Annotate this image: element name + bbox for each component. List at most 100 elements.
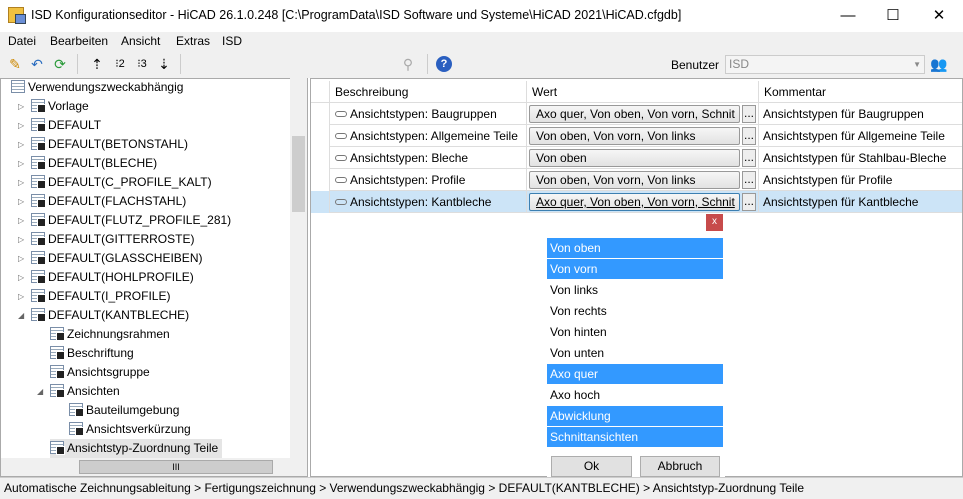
edit-pencil-icon[interactable]: ✎ [5, 54, 25, 74]
maximize-button[interactable]: ☐ [870, 0, 916, 32]
header-beschreibung[interactable]: Beschreibung [330, 81, 527, 103]
ok-button[interactable]: Ok [551, 456, 632, 477]
row-header[interactable] [311, 103, 330, 125]
value-field[interactable]: Axo quer, Von oben, Von vorn, Schnit [529, 193, 740, 211]
refresh-icon[interactable]: ⟳ [50, 54, 70, 74]
value-field[interactable]: Von oben [529, 149, 740, 167]
header-wert[interactable]: Wert [527, 81, 759, 103]
row-header[interactable] [311, 169, 330, 191]
minimize-button[interactable]: — [825, 0, 871, 32]
tree-item[interactable]: Ansichtsgruppe [50, 363, 150, 382]
menu-ansicht[interactable]: Ansicht [121, 34, 160, 48]
header-kommentar[interactable]: Kommentar [759, 81, 962, 103]
ellipsis-button[interactable]: ... [742, 149, 756, 167]
tree-item[interactable]: ▷ DEFAULT(HOHLPROFILE) [18, 268, 194, 287]
users-icon[interactable]: 👥 [929, 54, 949, 74]
expand-arrow-icon[interactable]: ▷ [18, 173, 24, 192]
popup-option[interactable]: Von links [547, 280, 723, 300]
level-3-icon[interactable]: ⁝3 [132, 54, 152, 74]
menu-bearbeiten[interactable]: Bearbeiten [50, 34, 108, 48]
tree-item[interactable]: ▷ DEFAULT(I_PROFILE) [18, 287, 170, 306]
user-select[interactable]: ISD ▼ [725, 55, 925, 74]
value-field[interactable]: Axo quer, Von oben, Von vorn, Schnit [529, 105, 740, 123]
help-icon[interactable]: ? [436, 56, 452, 72]
tree-item[interactable]: Ansichtstyp-Zuordnung Teile [50, 439, 223, 458]
row-header[interactable] [311, 125, 330, 147]
ellipsis-button[interactable]: ... [742, 127, 756, 145]
level-2-icon[interactable]: ⁝2 [110, 54, 130, 74]
tree-item-label: Bauteilumgebung [86, 403, 180, 417]
popup-option[interactable]: Von unten [547, 343, 723, 363]
description-text: Ansichtstypen: Profile [350, 173, 466, 187]
grid-row[interactable]: Ansichtstypen: Profile Von oben, Von vor… [311, 169, 962, 191]
expand-arrow-icon[interactable]: ▷ [18, 192, 24, 211]
popup-option[interactable]: Abwicklung [547, 406, 723, 426]
tree-item[interactable]: ▷ DEFAULT(C_PROFILE_KALT) [18, 173, 212, 192]
undo-icon[interactable]: ↶ [27, 54, 47, 74]
ellipsis-button[interactable]: ... [742, 193, 756, 211]
grid-row[interactable]: Ansichtstypen: Bleche Von oben... Ansich… [311, 147, 962, 169]
tree-item[interactable]: ▷ DEFAULT(GITTERROSTE) [18, 230, 194, 249]
expand-arrow-icon[interactable]: ▷ [18, 230, 24, 249]
tree-item[interactable]: Verwendungszweckabhängig [11, 79, 183, 97]
link-icon [335, 133, 347, 139]
tree-item[interactable]: ▷ DEFAULT(BETONSTAHL) [18, 135, 188, 154]
row-header[interactable] [311, 191, 330, 213]
close-button[interactable]: ✕ [916, 0, 962, 32]
binoculars-search-icon[interactable]: ⚲ [398, 54, 418, 74]
menu-isd[interactable]: ISD [222, 34, 242, 48]
grid-row[interactable]: Ansichtstypen: Baugruppen Axo quer, Von … [311, 103, 962, 125]
expand-arrow-icon[interactable]: ▷ [18, 268, 24, 287]
expand-arrow-icon[interactable]: ▷ [18, 211, 24, 230]
scroll-thumb[interactable]: III [79, 460, 273, 474]
popup-option[interactable]: Axo hoch [547, 385, 723, 405]
popup-option[interactable]: Schnittansichten [547, 427, 723, 447]
expand-all-icon[interactable]: ⇣ [154, 54, 174, 74]
tree-item[interactable]: Bauteilumgebung [69, 401, 179, 420]
tree-item[interactable]: ▷ DEFAULT(FLUTZ_PROFILE_281) [18, 211, 231, 230]
tree-horizontal-scrollbar[interactable]: III [1, 458, 307, 476]
popup-option[interactable]: Von oben [547, 238, 723, 258]
tree-item[interactable]: ▷ DEFAULT(FLACHSTAHL) [18, 192, 186, 211]
popup-option[interactable]: Von vorn [547, 259, 723, 279]
ellipsis-button[interactable]: ... [742, 171, 756, 189]
table-node-icon [31, 137, 46, 151]
popup-option[interactable]: Axo quer [547, 364, 723, 384]
grid-row[interactable]: Ansichtstypen: Kantbleche Axo quer, Von … [311, 191, 962, 213]
tree-item[interactable]: Beschriftung [50, 344, 134, 363]
tree-item[interactable]: Zeichnungsrahmen [50, 325, 170, 344]
value-field[interactable]: Von oben, Von vorn, Von links [529, 127, 740, 145]
tree-item[interactable]: Ansichtsverkürzung [69, 420, 191, 439]
popup-option[interactable]: Von hinten [547, 322, 723, 342]
menu-extras[interactable]: Extras [176, 34, 210, 48]
grid-row[interactable]: Ansichtstypen: Allgemeine Teile Von oben… [311, 125, 962, 147]
expand-arrow-icon[interactable]: ▷ [18, 249, 24, 268]
collapse-arrow-icon[interactable]: ◢ [37, 382, 43, 401]
expand-arrow-icon[interactable]: ▷ [18, 154, 24, 173]
expand-arrow-icon[interactable]: ▷ [18, 135, 24, 154]
expand-arrow-icon[interactable]: ▷ [18, 287, 24, 306]
scroll-thumb[interactable] [292, 136, 305, 212]
cancel-button[interactable]: Abbruch [640, 456, 720, 477]
tree-item[interactable]: ▷ DEFAULT [18, 116, 101, 135]
cell-wert: Von oben... [527, 147, 759, 169]
expand-arrow-icon[interactable]: ▷ [18, 116, 24, 135]
popup-option[interactable]: Von rechts [547, 301, 723, 321]
toolbar: ✎ ↶ ⟳ ⇡ ⁝2 ⁝3 ⇣ ⚲ ? Benutzer ISD ▼ 👥 [0, 50, 963, 78]
tree-item[interactable]: ▷ DEFAULT(GLASSCHEIBEN) [18, 249, 202, 268]
ellipsis-button[interactable]: ... [742, 105, 756, 123]
row-header[interactable] [311, 147, 330, 169]
value-field[interactable]: Von oben, Von vorn, Von links [529, 171, 740, 189]
tree-item[interactable]: ▷ DEFAULT(BLECHE) [18, 154, 157, 173]
collapse-arrow-icon[interactable]: ◢ [18, 306, 24, 325]
table-node-icon [11, 80, 25, 93]
tree-item[interactable]: ◢ Ansichten [37, 382, 120, 401]
collapse-level-icon[interactable]: ⇡ [87, 54, 107, 74]
cell-kommentar: Ansichtstypen für Stahlbau-Bleche [763, 151, 947, 165]
expand-arrow-icon[interactable]: ▷ [18, 97, 24, 116]
popup-close-button[interactable]: x [706, 214, 723, 231]
tree-item[interactable]: ▷ Vorlage [18, 97, 89, 116]
menu-datei[interactable]: Datei [8, 34, 36, 48]
tree-vertical-scrollbar[interactable] [290, 78, 307, 458]
tree-item[interactable]: ◢ DEFAULT(KANTBLECHE) [18, 306, 189, 325]
